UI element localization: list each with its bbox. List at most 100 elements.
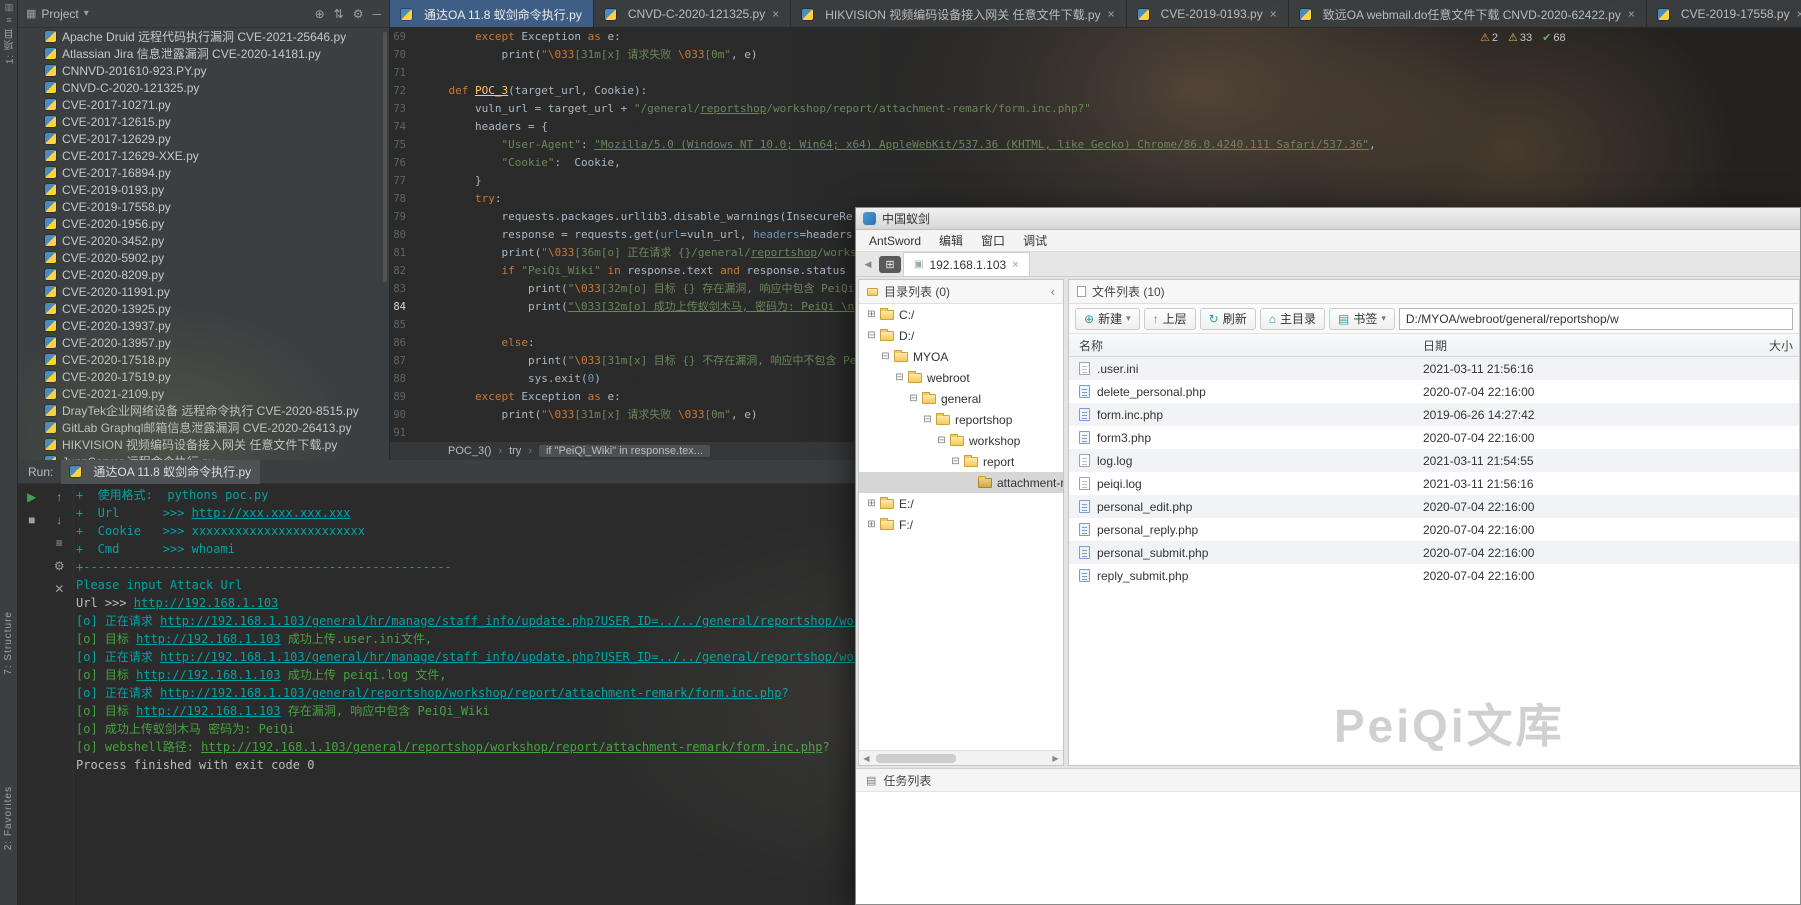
column-header[interactable]: 大小 (1769, 337, 1799, 354)
expand-toggle-icon[interactable]: ⊞ (865, 519, 878, 530)
file-row[interactable]: personal_submit.php2020-07-04 22:16:00 (1069, 541, 1799, 564)
file-row[interactable]: log.log2021-03-11 21:54:55 (1069, 449, 1799, 472)
project-tree-item[interactable]: CVE-2017-12629.py (18, 130, 389, 147)
editor-tab[interactable]: HIKVISION 视频编码设备接入网关 任意文件下载.py× (791, 0, 1126, 28)
project-tree-item[interactable]: CVE-2020-5902.py (18, 249, 389, 266)
code-line[interactable]: 74 headers = { (390, 118, 1801, 136)
project-tree-item[interactable]: CVE-2020-13937.py (18, 317, 389, 334)
directory-tree-item[interactable]: ⊟D:/ (859, 325, 1063, 346)
project-tree-item[interactable]: CVE-2019-0193.py (18, 181, 389, 198)
task-list-bar[interactable]: ▤ 任务列表 (856, 768, 1800, 792)
clear-console-icon[interactable]: ✕ (54, 582, 64, 596)
project-tree-item[interactable]: CVE-2017-10271.py (18, 96, 389, 113)
tool-button-project[interactable]: 1: 项目 (3, 28, 18, 64)
project-tree-item[interactable]: CVE-2020-13957.py (18, 334, 389, 351)
collapse-panel-icon[interactable]: ‹ (1051, 284, 1055, 299)
expand-toggle-icon[interactable]: ⊟ (879, 351, 892, 362)
code-line[interactable]: 73 vuln_url = target_url + "/general/rep… (390, 100, 1801, 118)
collapse-all-icon[interactable]: ⇅ (334, 7, 344, 21)
project-tree-item[interactable]: HIKVISION 视频编码设备接入网关 任意文件下载.py (18, 436, 389, 453)
directory-tree-item[interactable]: ⊞F:/ (859, 514, 1063, 535)
up-stack-icon[interactable]: ↑ (56, 490, 62, 504)
project-tree-item[interactable]: DrayTek企业网络设备 远程命令执行 CVE-2020-8515.py (18, 402, 389, 419)
new-button[interactable]: ⊕新建▾ (1075, 308, 1140, 330)
project-tree-item[interactable]: CVE-2017-12629-XXE.py (18, 147, 389, 164)
down-stack-icon[interactable]: ↓ (56, 513, 62, 527)
code-line[interactable]: 75 "User-Agent": "Mozilla/5.0 (Windows N… (390, 136, 1801, 154)
directory-tree-item[interactable]: ⊟reportshop (859, 409, 1063, 430)
file-row[interactable]: personal_reply.php2020-07-04 22:16:00 (1069, 518, 1799, 541)
breadcrumb-item[interactable]: try (509, 445, 521, 457)
expand-toggle-icon[interactable]: ⊞ (865, 498, 878, 509)
refresh-button[interactable]: ↻刷新 (1200, 308, 1256, 330)
run-tab[interactable]: 通达OA 11.8 蚁剑命令执行.py (61, 460, 260, 484)
address-bar[interactable] (1399, 308, 1793, 330)
project-tree-item[interactable]: CNVD-C-2020-121325.py (18, 79, 389, 96)
expand-toggle-icon[interactable]: ⊟ (935, 435, 948, 446)
session-tab[interactable]: ▣ 192.168.1.103 × (903, 252, 1030, 276)
file-row[interactable]: peiqi.log2021-03-11 21:56:16 (1069, 472, 1799, 495)
project-tree-item[interactable]: CVE-2020-3452.py (18, 232, 389, 249)
code-line[interactable]: 69 except Exception as e: (390, 28, 1801, 46)
nav-back-icon[interactable]: ◀ (859, 254, 877, 274)
expand-toggle-icon[interactable]: ⊟ (865, 330, 878, 341)
project-tree-item[interactable]: CVE-2020-1956.py (18, 215, 389, 232)
close-icon[interactable]: × (1012, 259, 1018, 271)
project-tree-item[interactable]: CVE-2020-17519.py (18, 368, 389, 385)
editor-tab[interactable]: 通达OA 11.8 蚁剑命令执行.py (390, 0, 594, 28)
hide-panel-icon[interactable]: ─ (372, 7, 381, 21)
directory-tree-item[interactable]: ⊟MYOA (859, 346, 1063, 367)
scroll-right-icon[interactable]: ▶ (1048, 754, 1063, 763)
breadcrumb-item[interactable]: POC_3() (448, 445, 491, 457)
settings-icon[interactable]: ⚙ (353, 7, 364, 21)
code-line[interactable]: 71 (390, 64, 1801, 82)
console-settings-icon[interactable]: ⚙ (54, 559, 65, 573)
file-row[interactable]: .user.ini2021-03-11 21:56:16 (1069, 357, 1799, 380)
expand-toggle-icon[interactable]: ⊟ (921, 414, 934, 425)
scroll-left-icon[interactable]: ◀ (859, 754, 874, 763)
editor-tab[interactable]: CVE-2019-0193.py× (1127, 0, 1289, 28)
file-row[interactable]: form3.php2020-07-04 22:16:00 (1069, 426, 1799, 449)
code-line[interactable]: 77 } (390, 172, 1801, 190)
editor-tab[interactable]: CNVD-C-2020-121325.py× (594, 0, 791, 28)
column-header[interactable]: 名称 (1069, 337, 1423, 354)
horizontal-scrollbar[interactable]: ◀ ▶ (859, 750, 1063, 765)
close-icon[interactable]: × (772, 7, 779, 21)
file-row[interactable]: form.inc.php2019-06-26 14:27:42 (1069, 403, 1799, 426)
up-button[interactable]: ↑上层 (1144, 308, 1196, 330)
menu-item[interactable]: 窗口 (972, 232, 1014, 249)
file-row[interactable]: reply_submit.php2020-07-04 22:16:00 (1069, 564, 1799, 587)
window-titlebar[interactable]: 中国蚁剑 (856, 208, 1800, 230)
console-menu-icon[interactable]: ≡ (56, 536, 63, 550)
expand-toggle-icon[interactable]: ⊞ (865, 309, 878, 320)
session-grid-icon[interactable]: ⊞ (879, 256, 901, 273)
directory-tree-item[interactable]: ⊟general (859, 388, 1063, 409)
project-tree-item[interactable]: CVE-2020-11991.py (18, 283, 389, 300)
editor-tab[interactable]: CVE-2019-17558.py× (1647, 0, 1801, 28)
tool-button-favorites[interactable]: 2: Favorites (3, 786, 14, 850)
window-menu-icon[interactable]: ▥ (0, 2, 18, 13)
directory-tree-item[interactable]: ⊟report (859, 451, 1063, 472)
rerun-button[interactable]: ▶ (27, 490, 36, 504)
options-icon[interactable]: ⊕ (315, 7, 325, 21)
code-line[interactable]: 78 try: (390, 190, 1801, 208)
expand-toggle-icon[interactable]: ⊟ (949, 456, 962, 467)
directory-tree-item[interactable]: ⊞E:/ (859, 493, 1063, 514)
project-tree-item[interactable]: CVE-2017-12615.py (18, 113, 389, 130)
code-line[interactable]: 70 print("\033[31m[x] 请求失败 \033[0m", e) (390, 46, 1801, 64)
directory-tree-item[interactable]: ⊞C:/ (859, 304, 1063, 325)
menu-item[interactable]: 编辑 (930, 232, 972, 249)
project-tree-item[interactable]: CVE-2020-8209.py (18, 266, 389, 283)
menu-item[interactable]: AntSword (860, 234, 930, 248)
expand-toggle-icon[interactable]: ⊟ (893, 372, 906, 383)
code-line[interactable]: 76 "Cookie": Cookie, (390, 154, 1801, 172)
project-tree-item[interactable]: CVE-2020-13925.py (18, 300, 389, 317)
home-button[interactable]: ⌂主目录 (1260, 308, 1325, 330)
project-tree-item[interactable]: JunpServer 远程命令执行.py (18, 453, 389, 460)
close-icon[interactable]: × (1270, 7, 1277, 21)
project-view-selector[interactable]: Project (41, 7, 78, 21)
project-tree-item[interactable]: CVE-2019-17558.py (18, 198, 389, 215)
breadcrumb-item[interactable]: if "PeiQi_Wiki" in response.tex... (539, 445, 710, 457)
project-tree-item[interactable]: Apache Druid 远程代码执行漏洞 CVE-2021-25646.py (18, 28, 389, 45)
project-scrollbar[interactable] (383, 32, 387, 282)
